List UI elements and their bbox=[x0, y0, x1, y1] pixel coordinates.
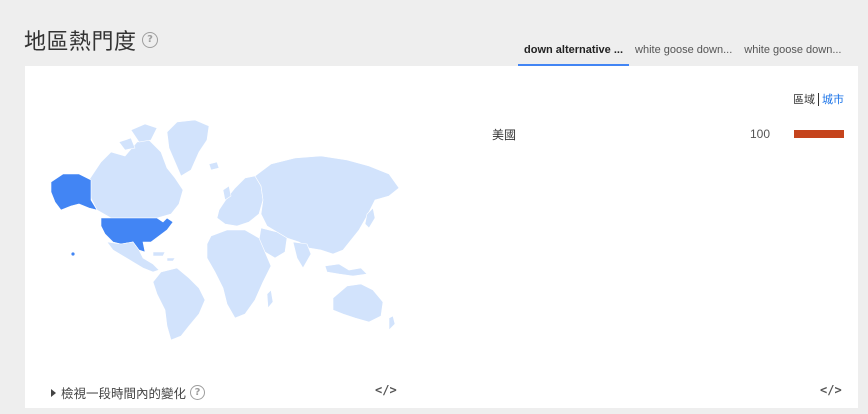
map-greenland[interactable] bbox=[166, 119, 210, 177]
view-over-time-toggle[interactable]: 檢視一段時間內的變化 ? bbox=[51, 383, 206, 402]
map-mexico[interactable] bbox=[106, 241, 160, 273]
region-row[interactable]: 美國 100 bbox=[492, 125, 844, 143]
resolution-city[interactable]: 城市 bbox=[822, 91, 844, 107]
tab-term-1[interactable]: down alternative ... bbox=[518, 38, 630, 66]
map-new-zealand[interactable] bbox=[388, 315, 396, 331]
world-map[interactable] bbox=[49, 118, 401, 340]
help-icon[interactable]: ? bbox=[190, 385, 206, 400]
map-africa[interactable] bbox=[206, 229, 272, 319]
region-bar bbox=[794, 130, 844, 138]
expand-triangle-icon bbox=[51, 388, 56, 397]
map-uk[interactable] bbox=[208, 161, 232, 201]
region-value: 100 bbox=[749, 127, 770, 141]
map-south-america[interactable] bbox=[152, 267, 206, 340]
geo-card: 區域 城市 美國 100 檢視一段時間內的變化 ? </> </> bbox=[25, 66, 858, 408]
embed-code-icon[interactable]: </> bbox=[375, 383, 397, 397]
map-madagascar[interactable] bbox=[266, 289, 274, 309]
map-alaska[interactable] bbox=[50, 173, 98, 211]
comparison-tabs: down alternative ... white goose down...… bbox=[518, 38, 848, 66]
resolution-toggle: 區域 城市 bbox=[793, 91, 844, 107]
map-hawaii[interactable] bbox=[71, 252, 75, 256]
map-canada[interactable] bbox=[88, 139, 184, 219]
tab-term-2[interactable]: white goose down... bbox=[629, 38, 738, 64]
map-indonesia[interactable] bbox=[324, 263, 368, 277]
section-title: 地區熱門度 bbox=[24, 29, 137, 54]
map-caribbean[interactable] bbox=[152, 251, 176, 262]
map-australia[interactable] bbox=[332, 283, 384, 323]
tab-term-3[interactable]: white goose down... bbox=[738, 38, 847, 64]
resolution-divider bbox=[818, 92, 819, 106]
view-over-time-label: 檢視一段時間內的變化 bbox=[61, 387, 187, 401]
map-europe[interactable] bbox=[216, 175, 264, 227]
embed-code-icon[interactable]: </> bbox=[820, 383, 842, 397]
resolution-region[interactable]: 區域 bbox=[793, 91, 815, 107]
regional-interest-page: 地區熱門度 ? down alternative ... white goose… bbox=[0, 0, 868, 414]
help-icon[interactable]: ? bbox=[142, 32, 158, 48]
region-name: 美國 bbox=[492, 128, 517, 142]
